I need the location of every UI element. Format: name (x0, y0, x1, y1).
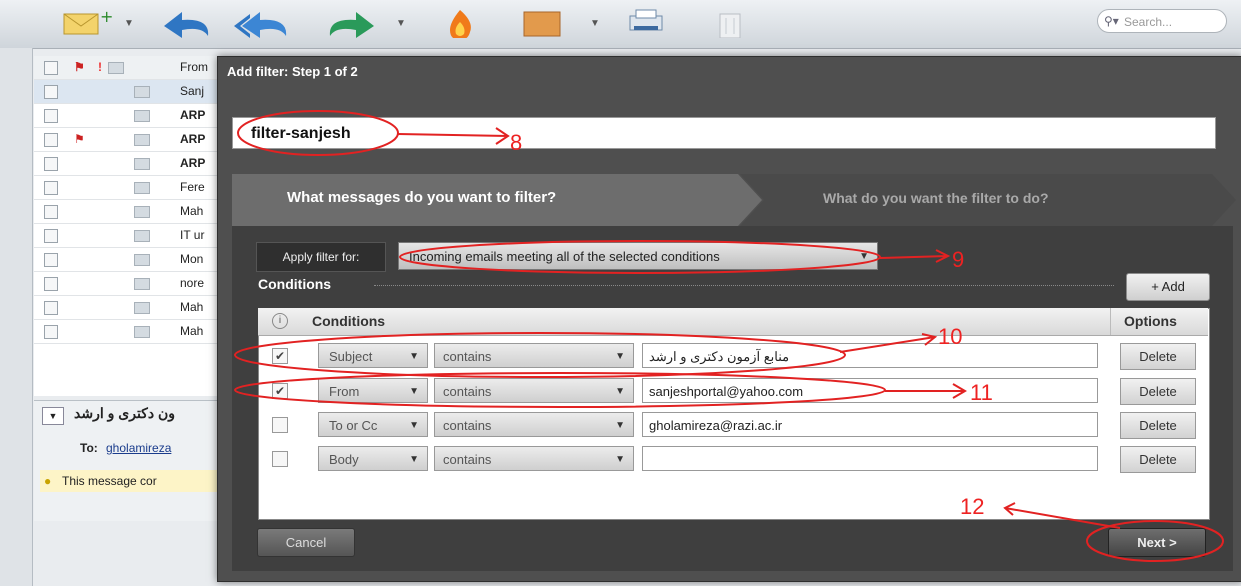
annotation-number-9: 9 (952, 247, 965, 272)
annotation-overlay (234, 110, 1224, 562)
annotation-arrow-11 (885, 383, 967, 399)
annotation-number-11: 11 (970, 380, 993, 405)
annotation-number-8: 8 (510, 130, 523, 155)
annotation-ellipse-8 (237, 110, 399, 156)
annotation-ellipse-12 (1086, 520, 1224, 562)
annotation-number-12: 12 (960, 494, 985, 519)
annotation-number-10: 10 (938, 324, 963, 349)
annotation-arrow-9 (879, 249, 951, 263)
annotation-ellipse-9 (399, 240, 881, 274)
annotation-ellipse-11 (234, 372, 886, 408)
annotation-arrow-10 (839, 333, 938, 353)
annotation-ellipse-10 (234, 332, 846, 378)
annotation-arrow-12 (1003, 502, 1121, 529)
annotation-arrow-8 (397, 127, 510, 145)
